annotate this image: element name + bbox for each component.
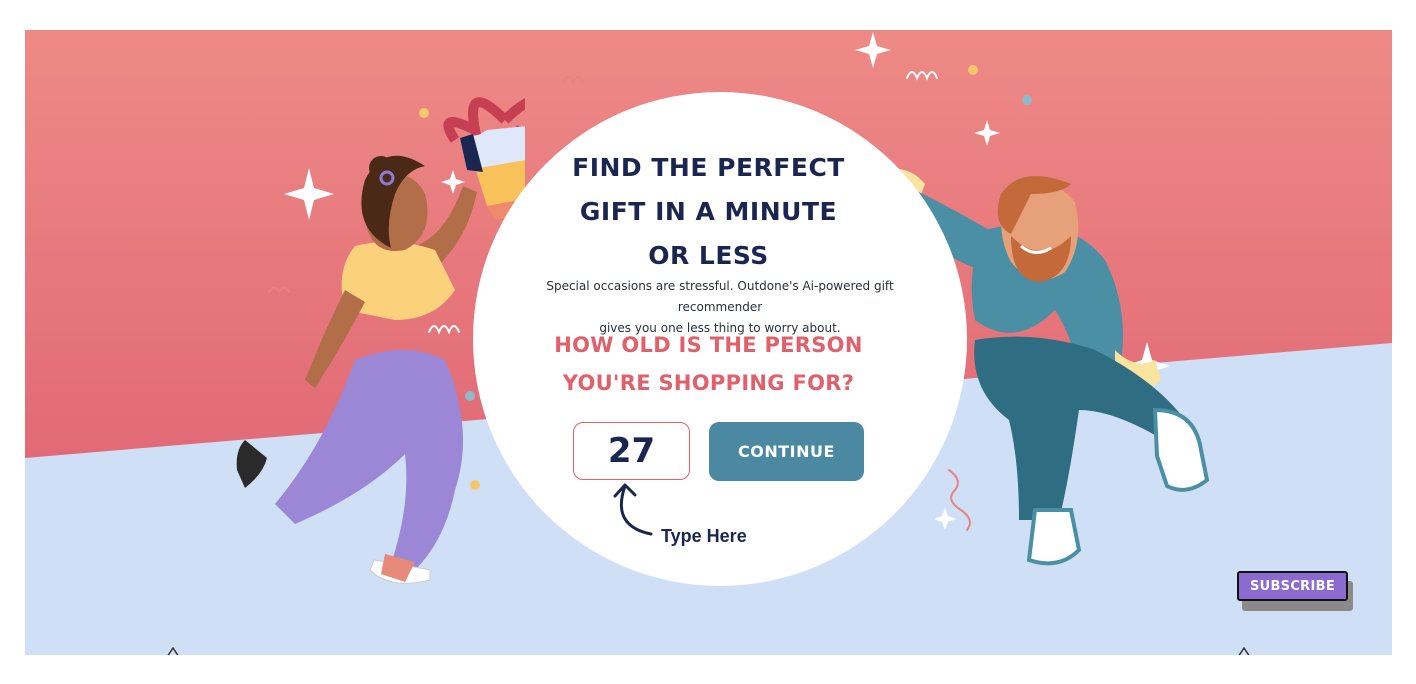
title-line-3: or less — [648, 241, 769, 270]
triangle-marker-icon — [167, 647, 179, 655]
hero-banner: Find the perfect gift in a minute or les… — [25, 30, 1392, 655]
triangle-marker-icon — [1238, 647, 1250, 655]
question-line-2: you're shopping for? — [562, 371, 855, 395]
type-here-hint: Type Here — [661, 526, 747, 546]
subtitle-line-1: Special occasions are stressful. Outdone… — [546, 279, 894, 314]
continue-button[interactable]: CONTINUE — [709, 422, 864, 481]
question-line-1: How old is the person — [554, 333, 863, 357]
title-line-1: Find the perfect — [572, 153, 845, 182]
curved-arrow-icon — [613, 483, 653, 536]
title-line-2: gift in a minute — [579, 197, 838, 226]
age-input[interactable] — [573, 422, 690, 480]
age-question: How old is the person you're shopping fo… — [25, 326, 1392, 402]
subscribe-button[interactable]: SUBSCRIBE — [1237, 571, 1348, 601]
page-title: Find the perfect gift in a minute or les… — [25, 146, 1392, 278]
